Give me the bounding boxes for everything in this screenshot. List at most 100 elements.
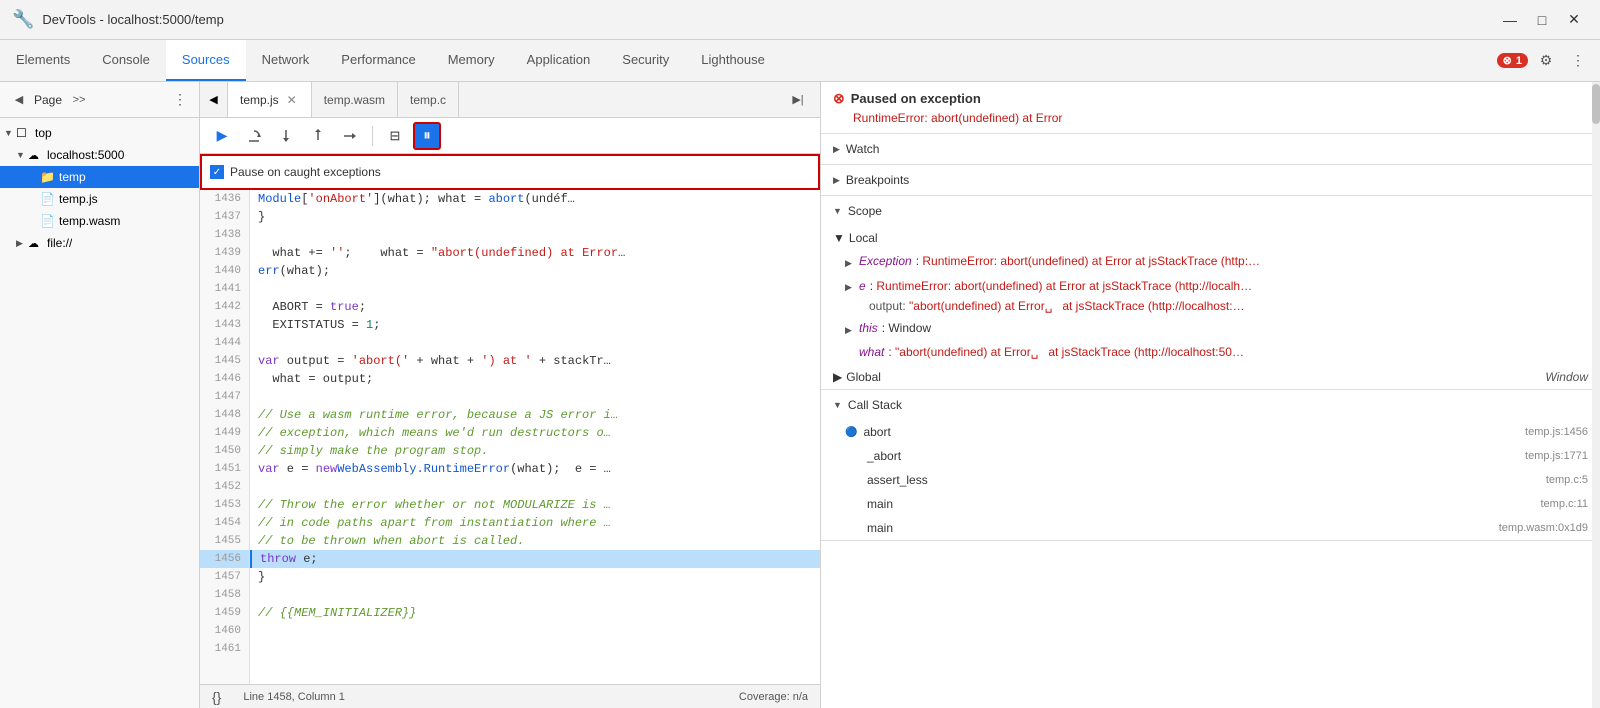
scope-global-right: Window [1545, 370, 1588, 384]
tree-item-tempjs[interactable]: 📄 temp.js [0, 188, 199, 210]
tab-memory[interactable]: Memory [432, 40, 511, 81]
code-line-1461 [250, 640, 820, 658]
pause-exceptions-button[interactable]: ⏸ [413, 122, 441, 150]
tab-performance[interactable]: Performance [325, 40, 431, 81]
line-numbers: 14361437143814391440 1441144214431444144… [200, 190, 250, 684]
code-scroll[interactable]: 14361437143814391440 1441144214431444144… [200, 190, 820, 684]
callstack-item-main1[interactable]: main temp.c:11 [821, 492, 1600, 516]
sidebar-nav-back[interactable]: ◀ [8, 89, 30, 111]
accordion-header-breakpoints[interactable]: ▶ Breakpoints [821, 165, 1600, 195]
format-icon[interactable]: {} [212, 689, 221, 705]
code-line-1453: // Throw the error whether or not MODULA… [250, 496, 820, 514]
tree-item-top[interactable]: ▼ ☐ top [0, 122, 199, 144]
deactivate-button[interactable]: ⊟ [381, 122, 409, 150]
file-tab-tempwasm[interactable]: temp.wasm [312, 82, 398, 117]
exception-title-text: Paused on exception [851, 91, 981, 106]
scope-item-exception[interactable]: ▶ Exception : RuntimeError: abort(undefi… [821, 250, 1600, 274]
scope-local-header[interactable]: ▼ Local [821, 226, 1600, 250]
pause-caught-checkbox[interactable]: ✓ [210, 165, 224, 179]
scope-exception-val: RuntimeError: abort(undefined) at Error … [922, 252, 1260, 270]
scope-global-header[interactable]: ▶ Global Window [821, 365, 1600, 389]
frame-icon: ☐ [16, 126, 32, 140]
file-tab-tempc[interactable]: temp.c [398, 82, 459, 117]
callstack-item-abort[interactable]: 🔵 abort temp.js:1456 [821, 420, 1600, 444]
scope-exception-key: Exception [859, 252, 912, 270]
scope-local-label: Local [849, 231, 878, 245]
file-tabs-more[interactable]: ▶| [784, 86, 812, 114]
callstack-item-main2[interactable]: main temp.wasm:0x1d9 [821, 516, 1600, 540]
file-tab-close-tempjs[interactable]: ✕ [285, 93, 299, 107]
more-icon[interactable]: ⋮ [1564, 47, 1592, 75]
close-button[interactable]: ✕ [1560, 6, 1588, 34]
folder-icon: 📁 [40, 170, 56, 184]
file-tab-label-tempjs: temp.js [240, 93, 279, 107]
callstack-name-assert_less: assert_less [867, 473, 1546, 487]
toolbar-separator [372, 126, 373, 146]
tab-elements[interactable]: Elements [0, 40, 86, 81]
right-panel-vscrollbar[interactable] [1592, 82, 1600, 708]
scope-this-colon: : [882, 319, 889, 337]
sidebar-menu-btn[interactable]: ⋮ [169, 89, 191, 111]
scope-e-val: RuntimeError: abort(undefined) at Error … [876, 277, 1252, 295]
accordion-header-scope[interactable]: ▼ Scope [821, 196, 1600, 226]
tab-console[interactable]: Console [86, 40, 166, 81]
tab-application[interactable]: Application [511, 40, 607, 81]
accordion-scope: ▼ Scope ▼ Local ▶ Exception : [821, 196, 1600, 390]
resume-button[interactable]: ▶ [208, 122, 236, 150]
tab-security[interactable]: Security [606, 40, 685, 81]
exception-error-icon: ⊗ [833, 90, 845, 107]
accordion-header-watch[interactable]: ▶ Watch [821, 134, 1600, 164]
minimize-button[interactable]: — [1496, 6, 1524, 34]
step-out-button[interactable] [304, 122, 332, 150]
debug-toolbar: ▶ ⊟ ⏸ [200, 118, 820, 154]
error-badge-icon: ⊗ [1503, 54, 1512, 67]
file-tabs-prev[interactable]: ◀ [200, 82, 228, 117]
right-panel-scroll[interactable]: ⊗ Paused on exception RuntimeError: abor… [821, 82, 1600, 708]
file-tab-tempjs[interactable]: temp.js ✕ [228, 82, 312, 117]
error-badge[interactable]: ⊗ 1 [1497, 53, 1528, 68]
settings-icon[interactable]: ⚙ [1532, 47, 1560, 75]
maximize-button[interactable]: □ [1528, 6, 1556, 34]
tab-network[interactable]: Network [246, 40, 326, 81]
tab-sources[interactable]: Sources [166, 40, 246, 81]
tab-lighthouse[interactable]: Lighthouse [685, 40, 781, 81]
tree-arrow-file: ▶ [16, 238, 28, 249]
step-into-icon [278, 128, 294, 144]
scope-e-arrow: ▶ [845, 278, 855, 296]
callstack-item-assert_less[interactable]: assert_less temp.c:5 [821, 468, 1600, 492]
tree-item-localhost[interactable]: ▼ ☁ localhost:5000 [0, 144, 199, 166]
step-into-button[interactable] [272, 122, 300, 150]
file-icon-wasm: 📄 [40, 214, 56, 228]
code-line-1454: // in code paths apart from instantiatio… [250, 514, 820, 532]
devtools-icon: 🔧 [12, 9, 34, 30]
code-line-1456: throw e; [250, 550, 820, 568]
scope-item-e[interactable]: ▶ e : RuntimeError: abort(undefined) at … [821, 274, 1600, 317]
step-button[interactable] [336, 122, 364, 150]
code-line-1458 [250, 586, 820, 604]
callstack-file-main2: temp.wasm:0x1d9 [1499, 522, 1588, 534]
vscrollbar-thumb[interactable] [1592, 84, 1600, 124]
tree-item-tempwasm[interactable]: 📄 temp.wasm [0, 210, 199, 232]
callstack-item-_abort[interactable]: _abort temp.js:1771 [821, 444, 1600, 468]
code-line-1459: // {{MEM_INITIALIZER}} [250, 604, 820, 622]
tree-item-temp[interactable]: 📁 temp [0, 166, 199, 188]
scope-item-this[interactable]: ▶ this : Window [821, 317, 1600, 341]
code-panel: ◀ temp.js ✕ temp.wasm temp.c ▶| ▶ [200, 82, 820, 708]
error-badge-count: 1 [1516, 55, 1522, 67]
step-over-button[interactable] [240, 122, 268, 150]
sidebar-tree: ▼ ☐ top ▼ ☁ localhost:5000 📁 temp [0, 118, 199, 708]
sidebar-header: ◀ Page >> ⋮ [0, 82, 199, 118]
code-line-1451: var e = new WebAssembly.RuntimeError(wha… [250, 460, 820, 478]
code-line-1452 [250, 478, 820, 496]
scope-item-what[interactable]: ▶ what : "abort(undefined) at Error␣ at … [821, 341, 1600, 365]
code-line-1438 [250, 226, 820, 244]
tree-item-file[interactable]: ▶ ☁ file:// [0, 232, 199, 254]
code-lines: Module['onAbort'](what); what = abort(un… [250, 190, 820, 684]
sidebar-more-btn[interactable]: >> [68, 89, 90, 111]
code-line-1455: // to be thrown when abort is called. [250, 532, 820, 550]
accordion-header-callstack[interactable]: ▼ Call Stack [821, 390, 1600, 420]
exception-msg: RuntimeError: abort(undefined) at Error [833, 111, 1588, 125]
code-view[interactable]: 14361437143814391440 1441144214431444144… [200, 190, 820, 684]
callstack-file-main1: temp.c:11 [1541, 498, 1589, 510]
code-line-1443: EXITSTATUS = 1; [250, 316, 820, 334]
